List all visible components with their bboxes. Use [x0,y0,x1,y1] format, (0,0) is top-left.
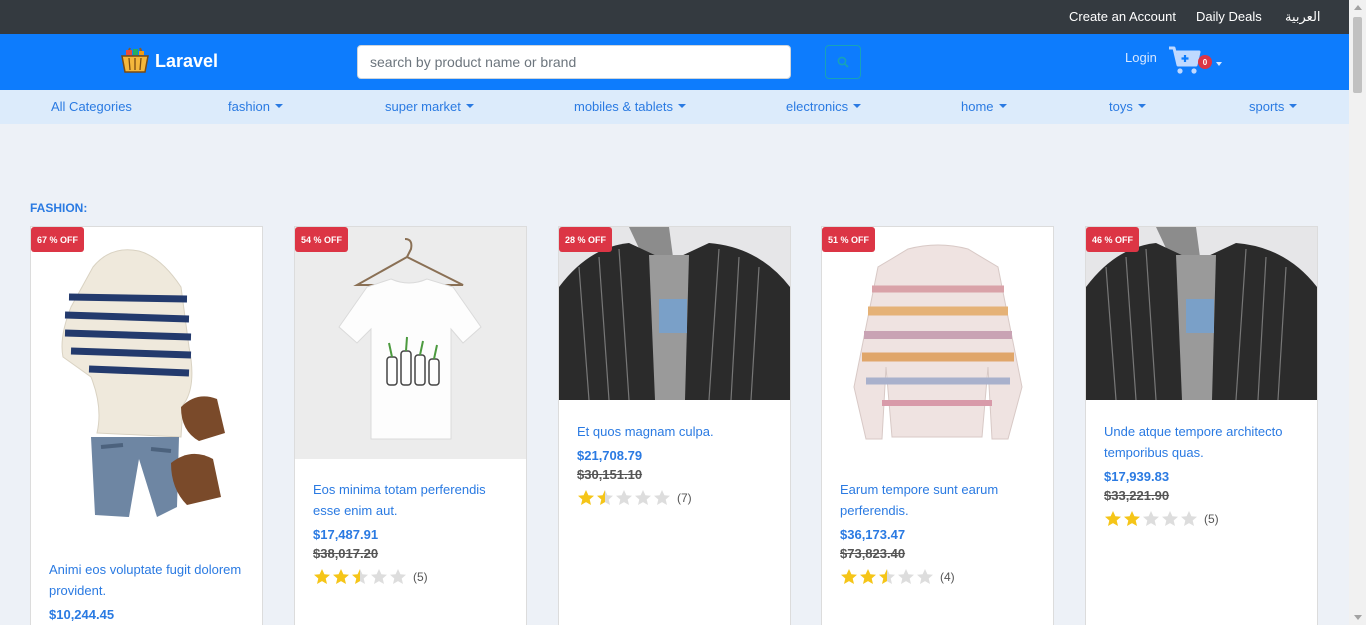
product-image[interactable] [822,227,1053,459]
section-title: FASHION: [30,201,88,215]
chevron-down-icon [274,104,283,108]
language-switch-link[interactable]: العربية [1285,9,1321,25]
product-price: $10,244.45 [49,607,115,622]
category-nav: All Categories fashion super market mobi… [0,90,1349,124]
star-half-icon [879,569,895,584]
product-old-price: $73,823.40 [840,546,906,561]
star-empty-icon [371,569,387,584]
search-input[interactable] [357,45,791,79]
cart-icon [1169,46,1201,74]
review-count: (4) [940,569,955,584]
star-empty-icon [390,569,406,584]
star-empty-icon [917,569,933,584]
star-filled-icon [1105,511,1121,526]
chevron-down-icon [465,104,474,108]
brand-logo[interactable]: Laravel [120,46,218,76]
chevron-down-icon [998,104,1007,108]
product-image[interactable] [559,227,790,400]
product-old-price: $30,151.10 [577,467,643,482]
chevron-down-icon [1137,104,1146,108]
product-old-price: $38,017.20 [313,546,379,561]
main-header: Laravel Login 0 [0,34,1349,90]
daily-deals-link[interactable]: Daily Deals [1196,9,1262,24]
star-half-icon [597,490,613,505]
product-info: Et quos magnam culpa. $21,708.79 $30,151… [577,421,776,506]
category-fashion[interactable]: fashion [228,99,283,114]
product-image[interactable] [1086,227,1317,400]
star-empty-icon [1143,511,1159,526]
category-super-market[interactable]: super market [385,99,474,114]
product-price: $21,708.79 [577,448,643,463]
search-icon [837,56,849,68]
create-account-link[interactable]: Create an Account [1069,9,1176,24]
cart-dropdown[interactable]: 0 [1168,45,1224,77]
category-mobiles-tablets[interactable]: mobiles & tablets [574,99,686,114]
discount-badge: 51 % OFF [822,227,876,252]
chevron-down-icon [678,104,686,108]
product-name-link[interactable]: Unde atque tempore architecto temporibus… [1104,421,1303,463]
category-all[interactable]: All Categories [51,99,132,114]
chevron-down-icon [853,104,862,108]
star-half-icon [352,569,368,584]
product-card[interactable]: 46 % OFF Unde atque tempore architecto t… [1085,226,1318,625]
product-name-link[interactable]: Animi eos voluptate fugit dolorem provid… [49,559,248,601]
product-rating: (5) [313,568,512,585]
star-filled-icon [333,569,349,584]
product-price: $36,173.47 [840,527,906,542]
category-toys[interactable]: toys [1109,99,1146,114]
product-name-link[interactable]: Earum tempore sunt earum perferendis. [840,479,1039,521]
review-count: (5) [1204,511,1219,526]
top-bar: Create an Account Daily Deals العربية [0,0,1349,34]
product-price: $17,487.91 [313,527,379,542]
page-scrollbar[interactable] [1349,0,1366,625]
star-filled-icon [860,569,876,584]
discount-badge: 54 % OFF [295,227,349,252]
product-info: Eos minima totam perferendis esse enim a… [313,479,512,585]
product-info: Animi eos voluptate fugit dolorem provid… [49,559,248,622]
product-info: Earum tempore sunt earum perferendis. $3… [840,479,1039,585]
scroll-down-arrow[interactable] [1354,615,1362,620]
star-empty-icon [654,490,670,505]
login-link[interactable]: Login [1125,50,1157,65]
chevron-down-icon [1216,62,1222,66]
category-electronics[interactable]: electronics [786,99,862,114]
star-filled-icon [841,569,857,584]
category-sports[interactable]: sports [1249,99,1298,114]
product-card[interactable]: 51 % OFF Earum tempore sunt earum perfer… [821,226,1054,625]
product-old-price: $33,221.90 [1104,488,1170,503]
chevron-down-icon [1289,104,1298,108]
product-name-link[interactable]: Eos minima totam perferendis esse enim a… [313,479,512,521]
star-empty-icon [1181,511,1197,526]
scroll-up-arrow[interactable] [1354,5,1362,10]
review-count: (5) [413,569,428,584]
discount-badge: 46 % OFF [1086,227,1140,252]
product-rating: (7) [577,489,776,506]
product-image[interactable] [295,227,526,459]
product-card[interactable]: 67 % OFF Animi eos voluptate fugit dolor… [30,226,263,625]
cart-count-badge: 0 [1198,55,1212,69]
product-rating: (4) [840,568,1039,585]
product-rating: (5) [1104,510,1303,527]
product-info: Unde atque tempore architecto temporibus… [1104,421,1303,527]
basket-icon [121,47,149,73]
star-empty-icon [1162,511,1178,526]
star-filled-icon [1124,511,1140,526]
search-button[interactable] [825,45,861,79]
product-card[interactable]: 54 % OFF Eos minima totam perferendis es… [294,226,527,625]
star-empty-icon [616,490,632,505]
product-card[interactable]: 28 % OFF Et quos magnam culpa. $21,708.7… [558,226,791,625]
product-price: $17,939.83 [1104,469,1170,484]
product-name-link[interactable]: Et quos magnam culpa. [577,421,776,442]
star-empty-icon [635,490,651,505]
product-image[interactable] [31,227,262,545]
category-home[interactable]: home [961,99,1007,114]
scroll-thumb[interactable] [1353,17,1362,93]
star-empty-icon [898,569,914,584]
discount-badge: 28 % OFF [559,227,613,252]
star-filled-icon [314,569,330,584]
discount-badge: 67 % OFF [31,227,85,252]
review-count: (7) [677,490,692,505]
brand-name: Laravel [155,50,219,71]
star-filled-icon [578,490,594,505]
